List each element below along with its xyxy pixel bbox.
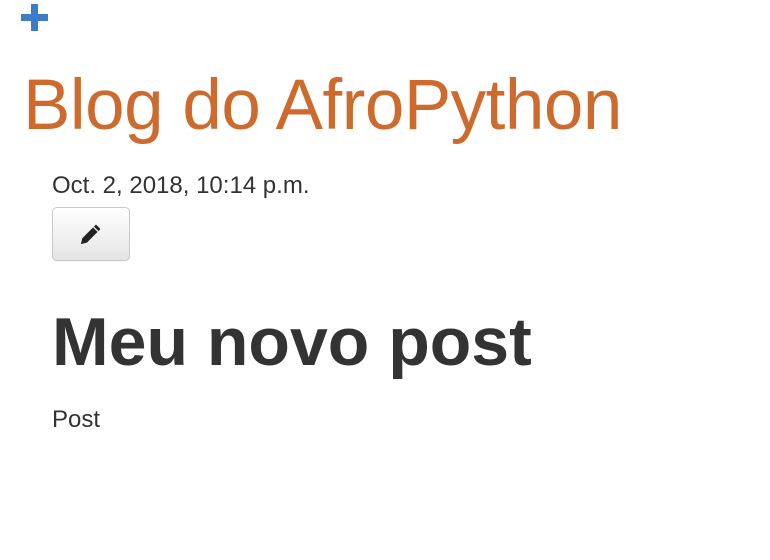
site-title-link[interactable]: Blog do AfroPython [23, 64, 622, 148]
add-post-button[interactable] [21, 4, 48, 31]
post-date: Oct. 2, 2018, 10:14 p.m. [52, 172, 310, 199]
post-body: Post [52, 406, 101, 433]
pencil-icon [81, 224, 101, 244]
plus-icon [21, 4, 48, 31]
edit-post-button[interactable] [52, 207, 130, 261]
post-title: Meu novo post [52, 304, 532, 380]
page: Blog do AfroPython Oct. 2, 2018, 10:14 p… [0, 0, 770, 560]
